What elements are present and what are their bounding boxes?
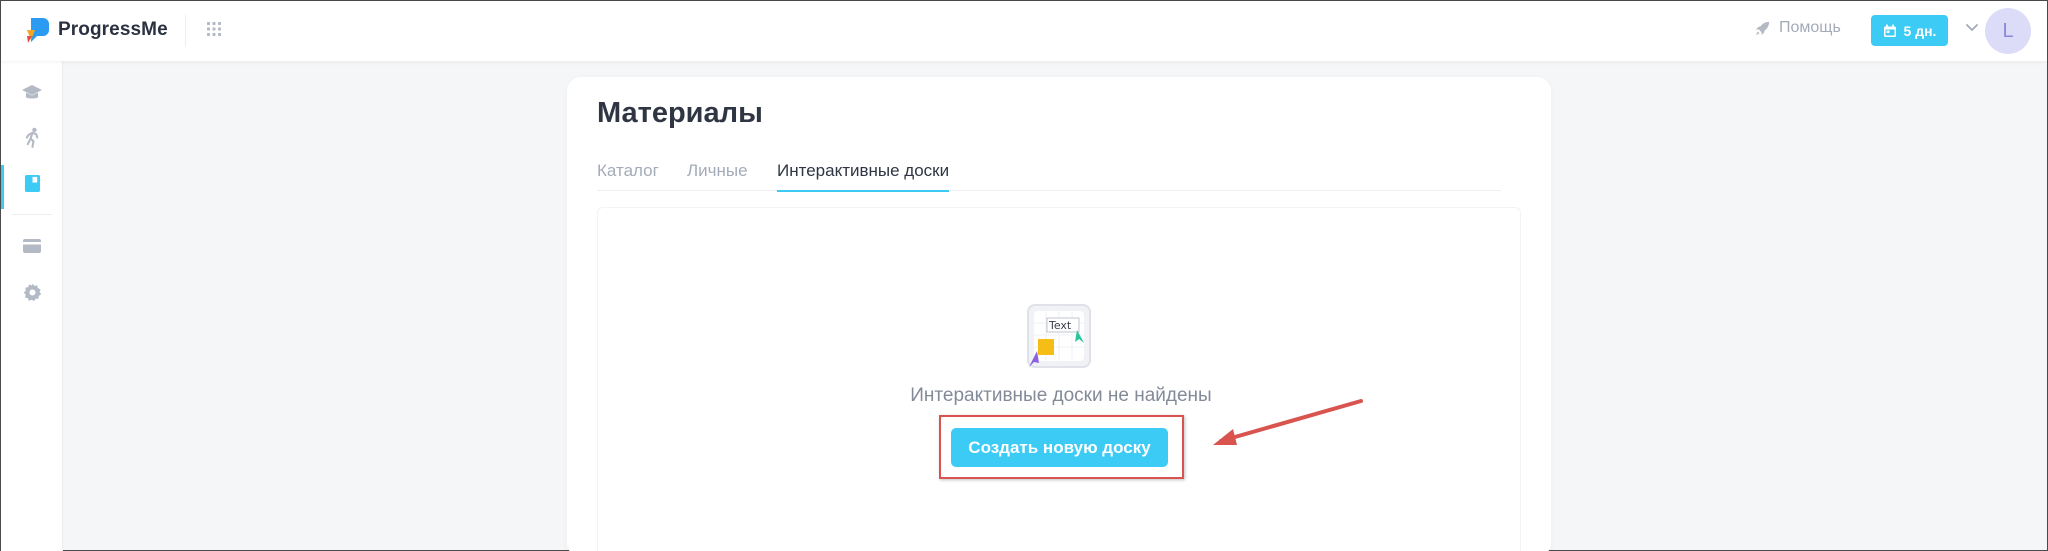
left-sidebar [1, 61, 63, 551]
days-badge-label: 5 дн. [1903, 22, 1937, 39]
annotation-arrow-icon [1213, 399, 1363, 445]
apps-grid-icon[interactable] [206, 21, 222, 37]
graduation-cap-icon [22, 85, 42, 99]
tab-catalog[interactable]: Каталог [597, 161, 659, 191]
board-icon-text: Text [1048, 319, 1072, 332]
help-link[interactable]: Помощь [1754, 19, 1841, 37]
rocket-icon [1755, 21, 1770, 35]
create-new-board-button[interactable]: Создать новую доску [951, 428, 1168, 467]
user-avatar[interactable]: L [1985, 8, 2031, 54]
tab-interactive-boards[interactable]: Интерактивные доски [777, 161, 950, 192]
sidebar-item-payments[interactable] [1, 226, 63, 266]
sidebar-item-activity[interactable] [1, 117, 63, 157]
top-header: ProgressMe Помощь 5 дн. L [1, 1, 2047, 61]
running-person-icon [25, 127, 38, 148]
progressme-logo-icon [27, 18, 49, 43]
boards-content-area [597, 207, 1521, 551]
tab-personal[interactable]: Личные [687, 161, 748, 191]
chevron-down-icon[interactable] [1966, 24, 1978, 32]
credit-card-icon [23, 239, 41, 253]
sidebar-item-courses[interactable] [1, 73, 63, 113]
sidebar-item-settings[interactable] [1, 272, 63, 312]
app-name: ProgressMe [58, 19, 168, 40]
app-logo[interactable]: ProgressMe [23, 16, 168, 44]
whiteboard-empty-icon: Text [1027, 304, 1091, 368]
subscription-days-badge[interactable]: 5 дн. [1871, 15, 1948, 46]
help-label: Помощь [1779, 19, 1841, 36]
sidebar-separator [12, 214, 52, 215]
sidebar-item-materials[interactable] [1, 163, 63, 209]
avatar-letter: L [2002, 19, 2014, 42]
materials-tabs: Каталог Личные Интерактивные доски [597, 161, 1501, 192]
page-title: Материалы [597, 97, 763, 129]
book-icon [24, 174, 40, 192]
gear-icon [23, 283, 41, 301]
header-divider [185, 15, 186, 47]
calendar-icon [1883, 24, 1896, 37]
